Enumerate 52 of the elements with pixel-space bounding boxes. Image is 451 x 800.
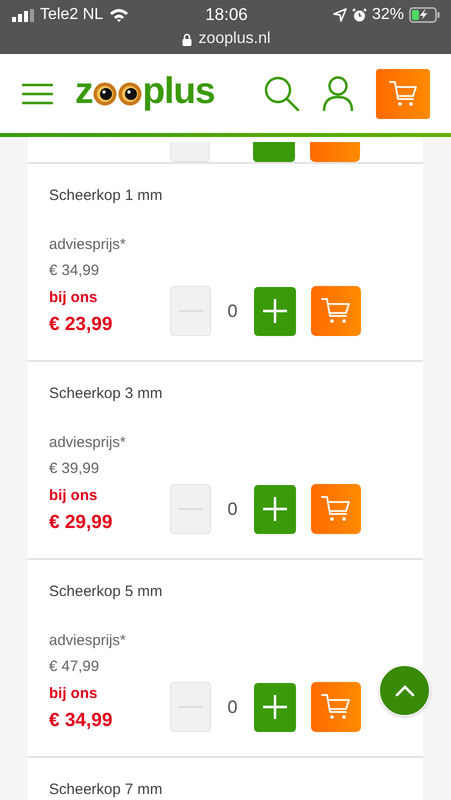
add-to-cart-button[interactable] — [311, 286, 361, 336]
plus-button[interactable] — [254, 484, 296, 534]
plus-icon — [262, 496, 288, 522]
our-price-label: bij ons — [49, 486, 98, 506]
logo-text[interactable]: plus — [142, 72, 215, 109]
list-price: € 34,99 — [49, 261, 100, 281]
product-title: Scheerkop 5 mm — [49, 583, 164, 600]
alarm-clock-icon — [352, 8, 367, 22]
cart-icon — [320, 692, 352, 722]
list-price: € 39,99 — [49, 459, 100, 479]
list-price-label: adviesprijs* — [49, 433, 127, 453]
plus-icon — [262, 694, 288, 720]
cart-icon — [320, 494, 352, 524]
product-title: Scheerkop 1 mm — [49, 187, 164, 204]
wifi-icon — [109, 8, 130, 22]
url-text[interactable]: zooplus.nl — [198, 30, 271, 48]
product-title: Scheerkop 7 mm — [49, 781, 164, 798]
lock-icon — [182, 32, 192, 46]
search-icon — [264, 76, 300, 112]
quantity-value: 0 — [226, 498, 238, 520]
cart-icon — [388, 78, 418, 108]
our-price-label: bij ons — [49, 684, 98, 704]
list-price-label: adviesprijs* — [49, 235, 127, 255]
logo-text[interactable]: z — [75, 72, 92, 109]
cart-button[interactable] — [376, 68, 430, 118]
our-price: € 34,99 — [49, 709, 114, 733]
battery-percent: 32% — [372, 6, 404, 24]
signal-icon — [12, 8, 34, 22]
eyes-icon — [92, 80, 142, 106]
cart-icon — [320, 296, 352, 326]
list-price: € 47,99 — [49, 657, 100, 677]
our-price: € 29,99 — [49, 511, 114, 535]
menu-icon — [22, 82, 53, 104]
search-button[interactable] — [264, 76, 300, 112]
location-arrow-icon — [332, 8, 347, 22]
user-icon — [322, 76, 354, 112]
product-title: Scheerkop 3 mm — [49, 385, 164, 402]
our-price: € 23,99 — [49, 313, 114, 337]
add-to-cart-button[interactable] — [311, 682, 361, 732]
quantity-value: 0 — [226, 696, 238, 718]
plus-icon — [262, 298, 288, 324]
plus-button[interactable] — [254, 286, 296, 336]
plus-button[interactable] — [254, 682, 296, 732]
clock-time: 18:06 — [205, 5, 248, 25]
chevron-up-icon — [394, 684, 414, 696]
add-to-cart-button[interactable] — [311, 484, 361, 534]
menu-button[interactable] — [22, 82, 53, 104]
list-price-label: adviesprijs* — [49, 631, 127, 651]
our-price-label: bij ons — [49, 288, 98, 308]
quantity-value: 0 — [226, 300, 238, 322]
carrier-name: Tele2 NL — [40, 6, 104, 24]
account-button[interactable] — [322, 76, 354, 112]
